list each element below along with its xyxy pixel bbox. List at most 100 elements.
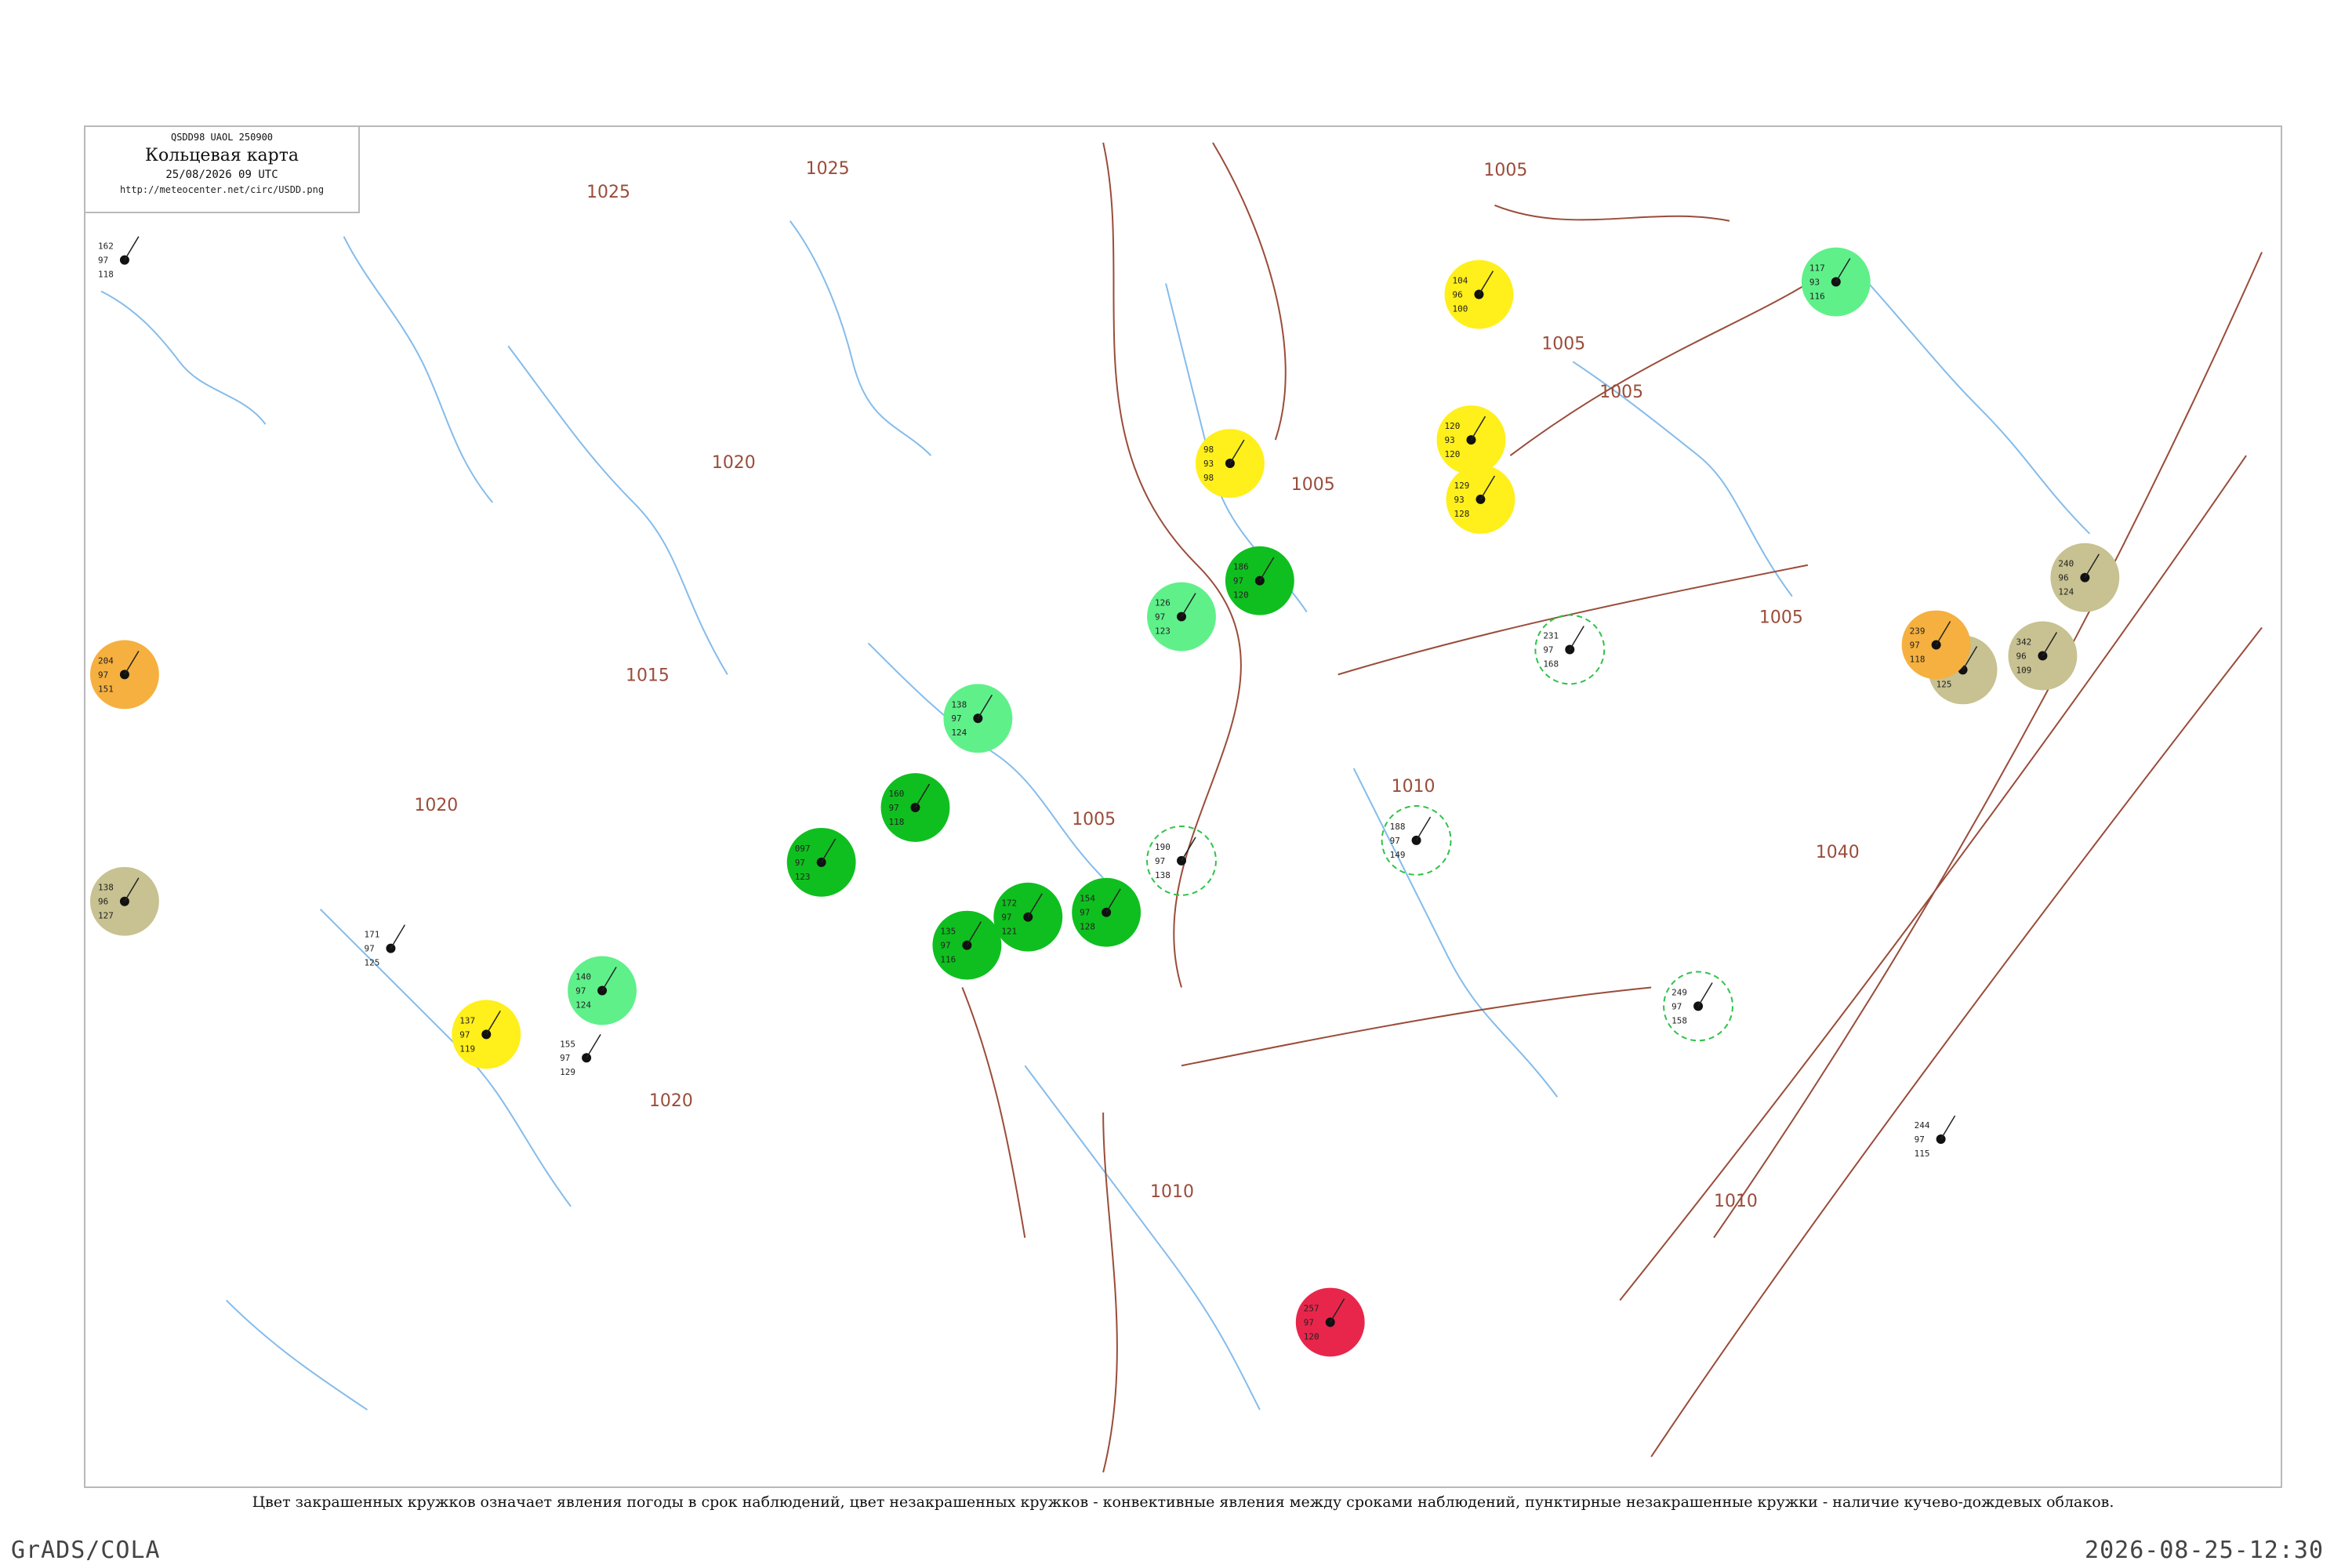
bulletin-code: QSDD98 UAOL 250900 xyxy=(170,132,274,143)
station-mid-value: 97 xyxy=(940,941,950,951)
station-bot-value: 128 xyxy=(1080,922,1095,932)
station-mid-value: 97 xyxy=(364,944,374,954)
source-url: http://meteocenter.net/circ/USDD.png xyxy=(119,184,325,195)
isobar-label: 1010 xyxy=(1392,777,1436,797)
isobar-label: 1040 xyxy=(1816,843,1860,862)
station-bot-value: 118 xyxy=(889,817,905,827)
cloud-cover-icon xyxy=(386,943,396,953)
station-top-value: 135 xyxy=(940,927,956,937)
wind-barb-icon xyxy=(390,924,406,949)
station-plain[interactable]: 171 97 125 xyxy=(364,924,406,968)
station-top-value: 137 xyxy=(459,1015,475,1025)
station-mid-value: 93 xyxy=(1454,495,1465,505)
station-haze[interactable]: 240 96 124 xyxy=(2050,543,2120,612)
station-cb[interactable]: 190 97 138 xyxy=(1146,825,1217,896)
station-shower[interactable]: 117 93 116 xyxy=(1801,247,1871,317)
station-mid-value: 97 xyxy=(1543,644,1553,655)
station-top-value: 204 xyxy=(98,655,114,666)
station-dust[interactable]: 204 97 151 xyxy=(89,640,159,710)
station-top-value: 154 xyxy=(1080,894,1095,904)
station-fog[interactable]: 120 93 120 xyxy=(1436,405,1506,474)
station-top-value: 257 xyxy=(1304,1304,1319,1314)
station-bot-value: 149 xyxy=(1390,850,1406,860)
station-dust[interactable]: 239 97 118 xyxy=(1901,610,1971,680)
station-fog[interactable]: 98 93 98 xyxy=(1195,429,1265,498)
station-mid-value: 97 xyxy=(575,985,586,996)
isobar-label: 1010 xyxy=(1150,1182,1194,1202)
station-fog[interactable]: 137 97 119 xyxy=(452,1000,521,1069)
station-bot-value: 115 xyxy=(1915,1149,1930,1159)
station-top-value: 160 xyxy=(889,789,905,799)
station-mid-value: 97 xyxy=(1671,1001,1682,1011)
station-top-value: 104 xyxy=(1453,276,1468,286)
station-haze[interactable]: 342 96 109 xyxy=(2008,621,2078,691)
station-plain[interactable]: 155 97 129 xyxy=(560,1033,601,1077)
station-mid-value: 97 xyxy=(560,1053,570,1063)
wind-barb-icon xyxy=(586,1033,601,1058)
station-mid-value: 93 xyxy=(1445,435,1455,445)
station-bot-value: 119 xyxy=(459,1044,475,1054)
station-cb[interactable]: 188 97 149 xyxy=(1381,805,1452,876)
station-top-value: 138 xyxy=(98,883,114,893)
wind-barb-icon xyxy=(1181,837,1196,862)
isobar-label: 1005 xyxy=(1483,161,1527,180)
station-bot-value: 151 xyxy=(98,684,114,694)
station-bot-value: 125 xyxy=(364,958,379,968)
wind-barb-icon xyxy=(1415,816,1432,841)
station-top-value: 097 xyxy=(795,844,811,854)
station-cb[interactable]: 249 97 158 xyxy=(1663,971,1733,1042)
station-bot-value: 120 xyxy=(1304,1331,1319,1341)
station-mid-value: 96 xyxy=(2016,651,2026,661)
weather-map: 1025 1025 1020 1020 1020 1015 1005 1005 1005 1005… xyxy=(84,125,2282,1488)
station-plain[interactable]: 162 97 118 xyxy=(98,236,140,280)
map-title: Кольцевая карта xyxy=(144,146,299,165)
station-thunder[interactable]: 257 97 120 xyxy=(1295,1287,1365,1357)
station-rain[interactable]: 135 97 116 xyxy=(932,910,1002,980)
footer-timestamp: 2026-08-25-12:30 xyxy=(2085,1537,2324,1564)
station-bot-value: 125 xyxy=(1936,679,1952,689)
station-fog[interactable]: 129 93 128 xyxy=(1446,465,1515,534)
station-mid-value: 97 xyxy=(1001,913,1011,923)
station-haze[interactable]: 138 96 127 xyxy=(89,866,159,936)
station-rain[interactable]: 186 97 120 xyxy=(1225,546,1294,615)
station-mid-value: 97 xyxy=(1080,908,1090,918)
station-fog[interactable]: 104 96 100 xyxy=(1444,260,1514,329)
wind-barb-icon xyxy=(1569,626,1584,650)
station-bot-value: 127 xyxy=(98,911,114,921)
station-top-value: 129 xyxy=(1454,481,1470,491)
station-top-value: 188 xyxy=(1390,822,1406,832)
station-top-value: 140 xyxy=(575,971,591,982)
station-rain[interactable]: 097 97 123 xyxy=(786,827,856,897)
station-rain[interactable]: 154 97 128 xyxy=(1072,877,1142,947)
station-mid-value: 93 xyxy=(1809,278,1820,288)
station-top-value: 240 xyxy=(2058,559,2074,569)
observation-time: 25/08/2026 09 UTC xyxy=(165,169,278,181)
station-shower[interactable]: 126 97 123 xyxy=(1147,582,1216,652)
station-mid-value: 97 xyxy=(1155,856,1165,866)
map-canvas: 1025 1025 1020 1020 1020 1015 1005 1005 1005 1005… xyxy=(89,142,2263,1473)
station-bot-value: 120 xyxy=(1445,449,1461,459)
station-rain[interactable]: 172 97 121 xyxy=(993,882,1063,952)
cloud-cover-icon xyxy=(119,255,129,265)
station-cb[interactable]: 231 97 168 xyxy=(1534,614,1606,685)
station-mid-value: 97 xyxy=(1233,576,1243,586)
station-shower[interactable]: 140 97 124 xyxy=(568,956,637,1025)
station-rain[interactable]: 160 97 118 xyxy=(880,773,950,842)
cloud-cover-icon xyxy=(1931,640,1941,650)
map-header: QSDD98 UAOL 250900 Кольцевая карта 25/08… xyxy=(85,127,360,213)
isobar-labels: 1025 1025 1020 1020 1020 1015 1005 1005 1005 1005… xyxy=(414,159,1859,1211)
cloud-cover-icon xyxy=(1102,907,1112,917)
isobar-label: 1005 xyxy=(1291,475,1335,495)
station-bot-value: 168 xyxy=(1543,659,1559,669)
cloud-cover-icon xyxy=(1225,459,1235,468)
station-shower[interactable]: 138 97 124 xyxy=(943,684,1013,753)
cloud-cover-icon xyxy=(1831,277,1841,287)
station-mid-value: 93 xyxy=(1203,459,1214,469)
legend-text: Цвет закрашенных кружков означает явлени… xyxy=(252,1494,2114,1511)
station-mid-value: 97 xyxy=(1155,612,1165,622)
station-bot-value: 124 xyxy=(951,728,967,738)
station-bot-value: 138 xyxy=(1155,870,1171,880)
station-plain[interactable]: 244 97 115 xyxy=(1915,1115,1956,1159)
station-top-value: 239 xyxy=(1910,626,1926,637)
station-bot-value: 124 xyxy=(575,1000,591,1010)
